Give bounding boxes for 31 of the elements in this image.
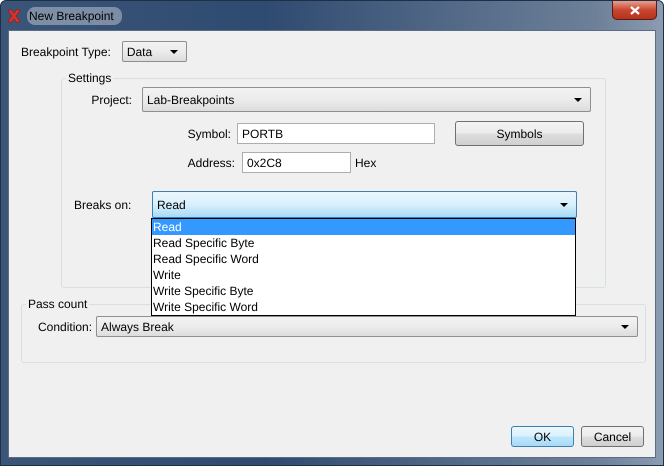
dropdown-option[interactable]: Write Specific Byte [152, 283, 575, 299]
symbol-field[interactable]: PORTB [237, 123, 435, 144]
dropdown-option[interactable]: Read Specific Word [152, 251, 575, 267]
dialog-button[interactable]: Cancel [581, 426, 644, 447]
x-logo-icon [6, 8, 22, 24]
caret-icon [170, 50, 178, 54]
dropdown-option[interactable]: Read Specific Byte [152, 235, 575, 251]
group-title: Settings [67, 71, 112, 85]
field-label: Breaks on: [74, 198, 132, 212]
field-label: Project: [90, 92, 132, 106]
close-button[interactable] [612, 1, 657, 20]
condition-dropdown[interactable]: Always Break [96, 316, 638, 337]
dropdown-option[interactable]: Write Specific Word [152, 299, 575, 315]
caret-icon [574, 98, 582, 102]
window-title: New Breakpoint [27, 6, 122, 24]
address-field[interactable]: 0x2C8 [242, 152, 351, 173]
breaks-on-dropdown[interactable]: Read [152, 191, 577, 218]
dialog-button[interactable]: OK [511, 426, 574, 447]
close-icon [630, 6, 640, 14]
field-label: Condition: [38, 320, 92, 334]
project-dropdown[interactable]: Lab-Breakpoints [142, 87, 591, 112]
symbols-button[interactable]: Symbols [455, 121, 584, 146]
caret-icon [560, 202, 568, 206]
type-dropdown[interactable]: Data [122, 41, 187, 62]
field-label: Address: [186, 156, 235, 170]
field-label: Symbol: [186, 126, 231, 140]
dropdown-option[interactable]: Write [152, 267, 575, 283]
group-title: Pass count [27, 297, 88, 311]
field-label: Breakpoint Type: [21, 44, 111, 58]
unit-label: Hex [355, 156, 376, 170]
caret-icon [621, 324, 630, 328]
